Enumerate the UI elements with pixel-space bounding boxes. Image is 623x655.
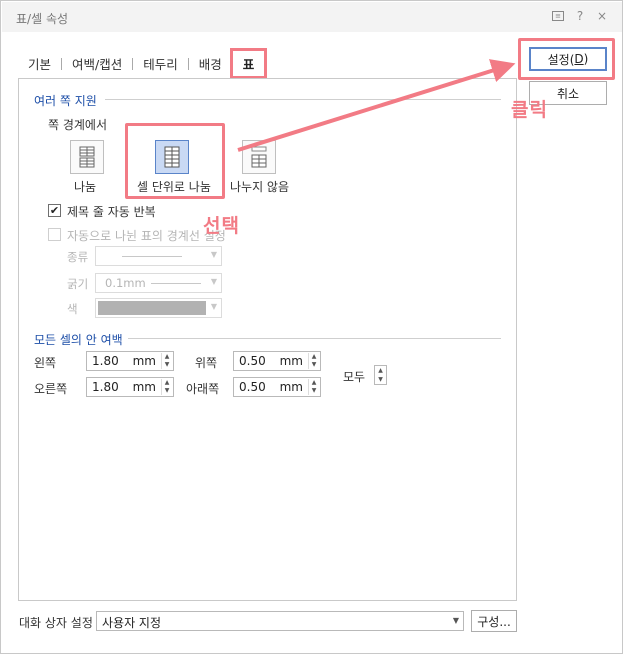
annotation-click: 클릭 [511,99,548,121]
line-width-preview [151,283,201,284]
chevron-down-icon: ▼ [210,250,217,259]
configure-button-label: 구성... [477,614,511,629]
tab-background[interactable]: 배경 [193,54,228,73]
top-margin-value: 0.50 [239,354,266,368]
tab-margin-caption[interactable]: 여백/캡션 [66,54,128,73]
ok-button-accesskey: D [574,52,584,66]
line-color-select[interactable]: ▼ [95,298,222,318]
dialog-setting-label: 대화 상자 설정 [19,616,93,630]
line-color-label: 색 [67,302,78,316]
ok-button-label-end: ) [583,52,589,66]
bottom-margin-label: 아래쪽 [186,382,220,396]
tab-table[interactable]: 표 [229,48,268,79]
split-by-cell-option-button[interactable] [155,140,189,174]
tab-divider [61,57,63,70]
top-margin-label: 위쪽 [195,356,218,370]
close-icon[interactable]: × [596,9,608,23]
cancel-button-label: 취소 [556,86,580,101]
dialog-title: 표/셀 속성 [16,12,69,26]
bottom-margin-value: 0.50 [239,380,266,394]
line-color-swatch [98,301,206,315]
line-width-value: 0.1mm [105,276,146,290]
chevron-down-icon: ▼ [452,616,459,625]
right-margin-label: 오른쪽 [34,382,68,396]
check-mark-icon: ✔ [49,204,60,217]
title-bar-icons: ≡ ? × [552,9,608,23]
no-split-option-button[interactable] [242,140,276,174]
spinner-arrows-icon[interactable]: ▲ ▼ [161,353,172,369]
line-width-label: 굵기 [67,277,89,291]
tab-basic[interactable]: 기본 [28,54,57,73]
section-divider [105,99,501,100]
ok-button[interactable]: 설정(D) [529,47,607,71]
page-boundary-label: 쪽 경계에서 [48,118,108,132]
split-icon [79,146,95,168]
spinner-arrows-icon[interactable]: ▲ ▼ [161,379,172,395]
top-margin-input[interactable]: 0.50 mm ▲ ▼ [233,351,321,371]
left-margin-input[interactable]: 1.80 mm ▲ ▼ [86,351,174,371]
no-split-icon [251,146,267,168]
spinner-arrows-icon[interactable]: ▲ ▼ [308,353,319,369]
line-width-select[interactable]: 0.1mm ▼ [95,273,222,293]
dialog-setting-select[interactable]: 사용자 지정 ▼ [96,611,464,631]
line-type-preview [122,256,182,257]
chevron-down-icon: ▼ [210,277,217,286]
tab-border[interactable]: 테두리 [137,54,184,73]
auto-boundary-checkbox[interactable] [48,228,61,241]
tab-divider [132,57,134,70]
split-by-cell-option-label: 셀 단위로 나눔 [137,180,211,194]
ok-button-label: 설정( [547,52,575,67]
feedback-icon[interactable]: ≡ [552,11,564,21]
annotation-select: 선택 [203,215,240,237]
repeat-header-checkbox[interactable]: ✔ [48,204,61,217]
split-option-label: 나눔 [74,180,97,194]
section-divider [128,338,501,339]
all-margin-label: 모두 [343,370,366,384]
auto-boundary-label: 자동으로 나뉜 표의 경계선 설정 [67,229,226,243]
left-margin-value: 1.80 [92,354,119,368]
configure-button[interactable]: 구성... [471,610,517,632]
unit-label: mm [279,354,303,368]
tab-bar: 기본 여백/캡션 테두리 배경 표 [28,48,268,79]
unit-label: mm [279,380,303,394]
split-by-cell-icon [164,146,180,168]
dialog-setting-value: 사용자 지정 [102,616,162,630]
right-margin-input[interactable]: 1.80 mm ▲ ▼ [86,377,174,397]
no-split-option-label: 나누지 않음 [230,180,290,194]
bottom-margin-input[interactable]: 0.50 mm ▲ ▼ [233,377,321,397]
right-margin-value: 1.80 [92,380,119,394]
line-type-select[interactable]: ▼ [95,246,222,266]
repeat-header-label: 제목 줄 자동 반복 [67,205,156,219]
cell-margin-section-title: 모든 셀의 안 여백 [34,333,123,347]
unit-label: mm [132,380,156,394]
title-bar: 표/셀 속성 ≡ ? × [2,2,622,32]
left-margin-label: 왼쪽 [34,356,57,370]
help-icon[interactable]: ? [574,9,586,23]
spinner-arrows-icon[interactable]: ▲ ▼ [308,379,319,395]
tab-divider [187,57,189,70]
line-type-label: 종류 [67,250,89,264]
all-margin-spinner[interactable]: ▲ ▼ [374,365,387,385]
page-split-section-title: 여러 쪽 지원 [34,94,97,108]
chevron-down-icon: ▼ [210,302,217,311]
split-option-button[interactable] [70,140,104,174]
unit-label: mm [132,354,156,368]
table-cell-properties-dialog: 표/셀 속성 ≡ ? × 기본 여백/캡션 테두리 배경 표 설정(D) 취소 … [0,0,623,654]
